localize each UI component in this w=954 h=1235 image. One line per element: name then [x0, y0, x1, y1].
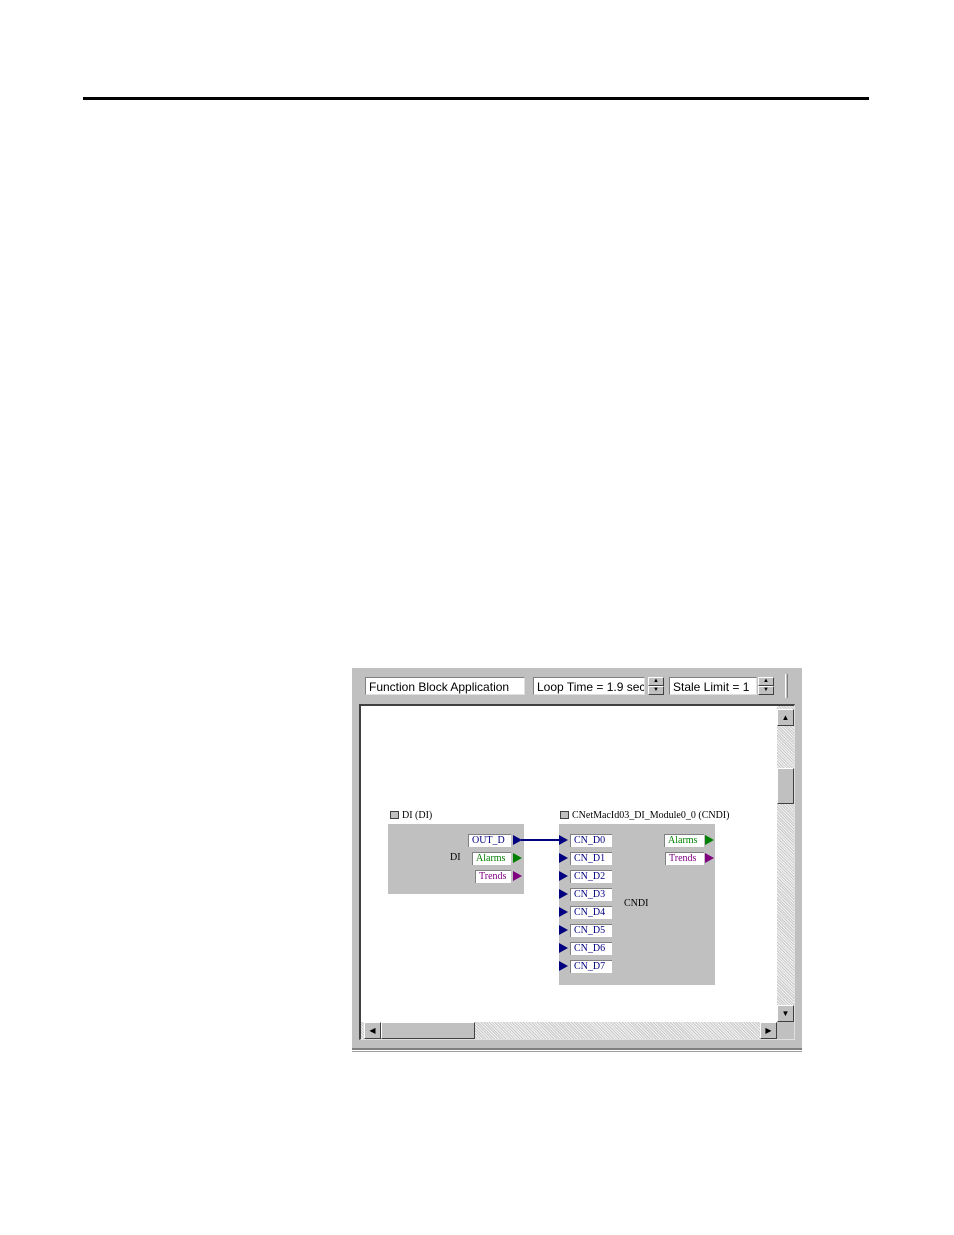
input-arrow-icon[interactable] — [559, 925, 568, 935]
toolbar: Function Block Application Loop Time = 1… — [352, 668, 802, 702]
di-block-title[interactable]: DI (DI) — [390, 810, 432, 822]
vertical-scrollbar[interactable]: ▲ ▼ — [777, 706, 794, 1022]
output-arrow-icon[interactable] — [705, 835, 714, 845]
toolbar-grip[interactable] — [785, 674, 788, 698]
output-arrow-icon[interactable] — [513, 853, 522, 863]
cndi-port-cn-d5[interactable]: CN_D5 — [570, 924, 612, 937]
output-arrow-icon[interactable] — [705, 853, 714, 863]
input-arrow-icon[interactable] — [559, 943, 568, 953]
loop-time-field[interactable]: Loop Time = 1.9 sec — [533, 677, 645, 695]
scroll-up-icon[interactable]: ▲ — [777, 709, 794, 726]
spin-up-icon[interactable]: ▲ — [758, 677, 774, 686]
vertical-scroll-thumb[interactable] — [777, 768, 794, 804]
cndi-port-alarms[interactable]: Alarms — [664, 834, 704, 847]
di-port-out-d[interactable]: OUT_D — [468, 834, 511, 847]
output-arrow-icon[interactable] — [513, 871, 522, 881]
input-arrow-icon[interactable] — [559, 835, 568, 845]
cndi-port-cn-d2[interactable]: CN_D2 — [570, 870, 612, 883]
cndi-port-cn-d3[interactable]: CN_D3 — [570, 888, 612, 901]
input-arrow-icon[interactable] — [559, 853, 568, 863]
spin-up-icon[interactable]: ▲ — [648, 677, 664, 686]
cndi-port-trends[interactable]: Trends — [665, 852, 704, 865]
di-block-name: DI — [450, 852, 461, 863]
scroll-down-icon[interactable]: ▼ — [777, 1005, 794, 1022]
diagram-canvas[interactable]: DI (DI) DI OUT_D Alarms Trends CNetMacId… — [359, 704, 795, 1040]
scroll-left-icon[interactable]: ◀ — [364, 1022, 381, 1039]
cndi-port-cn-d6[interactable]: CN_D6 — [570, 942, 612, 955]
cndi-port-cn-d0[interactable]: CN_D0 — [570, 834, 612, 847]
input-arrow-icon[interactable] — [559, 871, 568, 881]
cndi-port-cn-d7[interactable]: CN_D7 — [570, 960, 612, 973]
input-arrow-icon[interactable] — [559, 907, 568, 917]
cndi-port-cn-d4[interactable]: CN_D4 — [570, 906, 612, 919]
cndi-block-name: CNDI — [624, 898, 649, 909]
input-arrow-icon[interactable] — [559, 961, 568, 971]
di-port-alarms[interactable]: Alarms — [472, 852, 511, 865]
cndi-block-title[interactable]: CNetMacId03_DI_Module0_0 (CNDI) — [560, 810, 729, 822]
di-block-title-text: DI (DI) — [402, 810, 433, 821]
scroll-right-icon[interactable]: ▶ — [760, 1022, 777, 1039]
di-port-trends[interactable]: Trends — [475, 870, 511, 883]
input-arrow-icon[interactable] — [559, 889, 568, 899]
function-block-window: Function Block Application Loop Time = 1… — [352, 668, 802, 1052]
block-menu-icon[interactable] — [560, 810, 569, 819]
horizontal-scrollbar[interactable]: ◀ ▶ — [361, 1022, 777, 1039]
block-menu-icon[interactable] — [390, 810, 399, 819]
application-name-field[interactable]: Function Block Application — [365, 677, 525, 695]
horizontal-scroll-thumb[interactable] — [381, 1022, 475, 1039]
top-rule — [83, 97, 869, 100]
cndi-block-title-text: CNetMacId03_DI_Module0_0 (CNDI) — [572, 810, 730, 821]
spin-down-icon[interactable]: ▼ — [758, 686, 774, 695]
scrollbar-corner — [777, 1022, 794, 1039]
spin-down-icon[interactable]: ▼ — [648, 686, 664, 695]
stale-limit-spinner[interactable]: ▲ ▼ — [758, 677, 774, 695]
stale-limit-field[interactable]: Stale Limit = 1 — [669, 677, 757, 695]
cndi-port-cn-d1[interactable]: CN_D1 — [570, 852, 612, 865]
loop-time-spinner[interactable]: ▲ ▼ — [648, 677, 664, 695]
